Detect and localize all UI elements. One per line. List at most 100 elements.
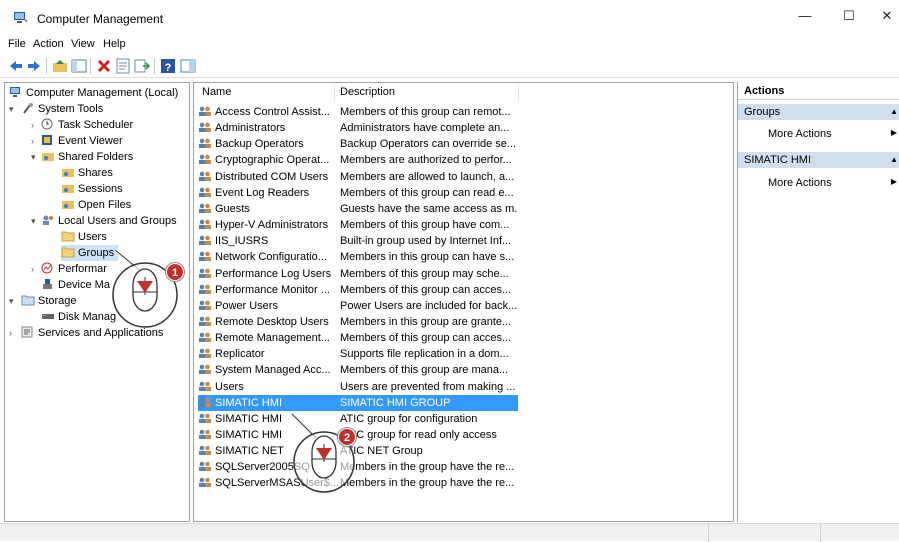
chevron-down-icon[interactable]: ▾ <box>31 213 36 229</box>
tree-item-open-files[interactable]: Open Files <box>61 197 131 213</box>
groups-more-actions[interactable]: More Actions <box>768 126 832 142</box>
tree-item-performance[interactable]: Performar <box>41 261 107 277</box>
group-row[interactable]: Network Configuratio... Members in this g… <box>198 249 518 265</box>
group-row[interactable]: Event Log Readers Members of this group c… <box>198 185 518 201</box>
up-folder-icon[interactable] <box>52 58 68 74</box>
chevron-down-icon[interactable]: ▾ <box>31 149 36 165</box>
folder-icon <box>61 231 75 242</box>
forward-arrow-icon[interactable] <box>26 58 42 74</box>
users-icon <box>43 215 53 225</box>
group-row[interactable]: Remote Desktop Users Members in this grou… <box>198 314 518 330</box>
tree-item-storage[interactable]: Storage <box>21 293 77 309</box>
group-description: Backup Operators can override se... <box>340 138 517 151</box>
tree-item-computer-management[interactable]: Computer Management (Local) <box>9 85 178 101</box>
chevron-right-icon[interactable]: › <box>31 133 34 149</box>
event-viewer-icon <box>42 135 52 145</box>
group-row[interactable]: IIS_IUSRS Built-in group used by Internet… <box>198 233 518 249</box>
column-header-description[interactable]: Description <box>340 86 395 98</box>
group-row[interactable]: Replicator Supports file replication in a… <box>198 346 518 362</box>
computer-management-icon <box>10 87 20 97</box>
back-arrow-icon[interactable] <box>8 58 24 74</box>
chevron-right-icon[interactable]: › <box>31 117 34 133</box>
tree-item-device-manager[interactable]: Device Ma <box>41 277 110 293</box>
menu-help[interactable]: Help <box>103 38 126 50</box>
group-row[interactable]: System Managed Acc... Members of this gro… <box>198 362 518 378</box>
group-description: Guests have the same access as m... <box>340 202 518 215</box>
group-description: ATIC NET Group <box>340 445 423 458</box>
group-icon <box>199 268 211 278</box>
actions-groups-header[interactable]: Groups ▲ <box>738 104 899 120</box>
tree-item-shared-folders[interactable]: Shared Folders <box>41 149 133 165</box>
group-row[interactable]: Power Users Power Users are included for … <box>198 298 518 314</box>
group-row[interactable]: SIMATIC HMI SIMATIC HMI GROUP <box>198 394 518 411</box>
group-row[interactable]: Performance Monitor ... Members of this g… <box>198 282 518 298</box>
chevron-right-icon: ▶ <box>890 177 897 186</box>
group-row[interactable]: SQLServerMSASUser$... Members in the grou… <box>198 475 518 491</box>
tree-item-event-viewer[interactable]: Event Viewer <box>41 133 123 149</box>
group-row[interactable]: SIMATIC HMI ATIC group for configuration <box>198 411 518 427</box>
tree-item-system-tools[interactable]: System Tools <box>21 101 103 117</box>
group-description: Members in this group are grante... <box>340 315 512 328</box>
group-row[interactable]: Remote Management... Members of this grou… <box>198 330 518 346</box>
group-icon <box>199 235 211 246</box>
group-row[interactable]: Backup Operators Backup Operators can ove… <box>198 136 518 152</box>
group-row[interactable]: SIMATIC NET ATIC NET Group <box>198 443 518 459</box>
tree-item-disk-management[interactable]: Disk Manag <box>41 309 116 325</box>
maximize-button[interactable]: ☐ <box>834 8 864 28</box>
group-icon <box>199 332 211 343</box>
window-title: Computer Management <box>37 12 164 26</box>
column-header-name[interactable]: Name <box>202 86 231 98</box>
group-icon <box>199 203 211 213</box>
tree-item-users[interactable]: Users <box>61 229 107 245</box>
shared-folder-icon <box>62 185 74 193</box>
group-row[interactable]: Performance Log Users Members of this gro… <box>198 266 518 282</box>
menu-action[interactable]: Action <box>33 38 64 50</box>
group-row[interactable]: Guests Guests have the same access as m..… <box>198 201 518 217</box>
chevron-right-icon[interactable]: › <box>31 261 34 277</box>
show-hide-tree-icon[interactable] <box>71 58 87 74</box>
step-marker-1: 1 <box>166 263 184 281</box>
delete-icon[interactable] <box>96 58 112 74</box>
group-icon <box>199 284 211 294</box>
group-name: SQLServer2005SQ <box>198 459 338 475</box>
group-name: System Managed Acc... <box>198 362 338 378</box>
export-list-icon[interactable] <box>134 58 150 74</box>
tree-item-services-applications[interactable]: Services and Applications <box>21 325 163 341</box>
group-description: Members are authorized to perfor... <box>340 154 512 167</box>
group-row[interactable]: Distributed COM Users Members are allowed… <box>198 169 518 185</box>
tree-item-task-scheduler[interactable]: Task Scheduler <box>41 117 133 133</box>
group-name: Remote Desktop Users <box>198 314 338 330</box>
group-row[interactable]: Hyper-V Administrators Members of this gr… <box>198 217 518 233</box>
group-row[interactable]: SQLServer2005SQ Members in the group have… <box>198 459 518 475</box>
group-description: Members of this group may sche... <box>340 267 509 280</box>
properties-icon[interactable] <box>115 58 131 74</box>
group-icon <box>199 171 211 181</box>
group-icon <box>199 445 211 456</box>
menu-file[interactable]: File <box>8 38 26 50</box>
chevron-down-icon[interactable]: ▾ <box>9 293 14 309</box>
tree-item-sessions[interactable]: Sessions <box>61 181 123 197</box>
close-button[interactable]: ✕ <box>872 8 899 28</box>
group-name: Event Log Readers <box>198 185 338 201</box>
actions-simatic-header[interactable]: SIMATIC HMI ▲ <box>738 152 899 168</box>
tree-item-local-users-groups[interactable]: Local Users and Groups <box>41 213 177 229</box>
chevron-right-icon[interactable]: › <box>9 325 12 341</box>
status-bar <box>0 523 899 542</box>
group-row[interactable]: Administrators Administrators have comple… <box>198 120 518 136</box>
menu-view[interactable]: View <box>71 38 95 50</box>
group-row[interactable]: Access Control Assist... Members of this … <box>198 104 518 120</box>
chevron-down-icon[interactable]: ▾ <box>9 101 14 117</box>
tree-item-shares[interactable]: Shares <box>61 165 113 181</box>
action-pane-icon[interactable] <box>180 58 196 74</box>
group-row[interactable]: Users Users are prevented from making ... <box>198 379 518 395</box>
group-icon <box>199 187 211 197</box>
group-row[interactable]: Cryptographic Operat... Members are autho… <box>198 152 518 168</box>
simatic-more-actions[interactable]: More Actions <box>768 175 832 191</box>
group-row[interactable]: SIMATIC HMI ATIC group for read only acce… <box>198 427 518 443</box>
help-icon[interactable]: ? <box>160 58 176 74</box>
group-icon <box>199 397 211 407</box>
minimize-button[interactable]: — <box>790 8 820 28</box>
group-name: SIMATIC HMI <box>198 411 338 427</box>
tree-item-groups[interactable]: Groups <box>61 245 119 261</box>
device-manager-icon <box>43 279 52 289</box>
